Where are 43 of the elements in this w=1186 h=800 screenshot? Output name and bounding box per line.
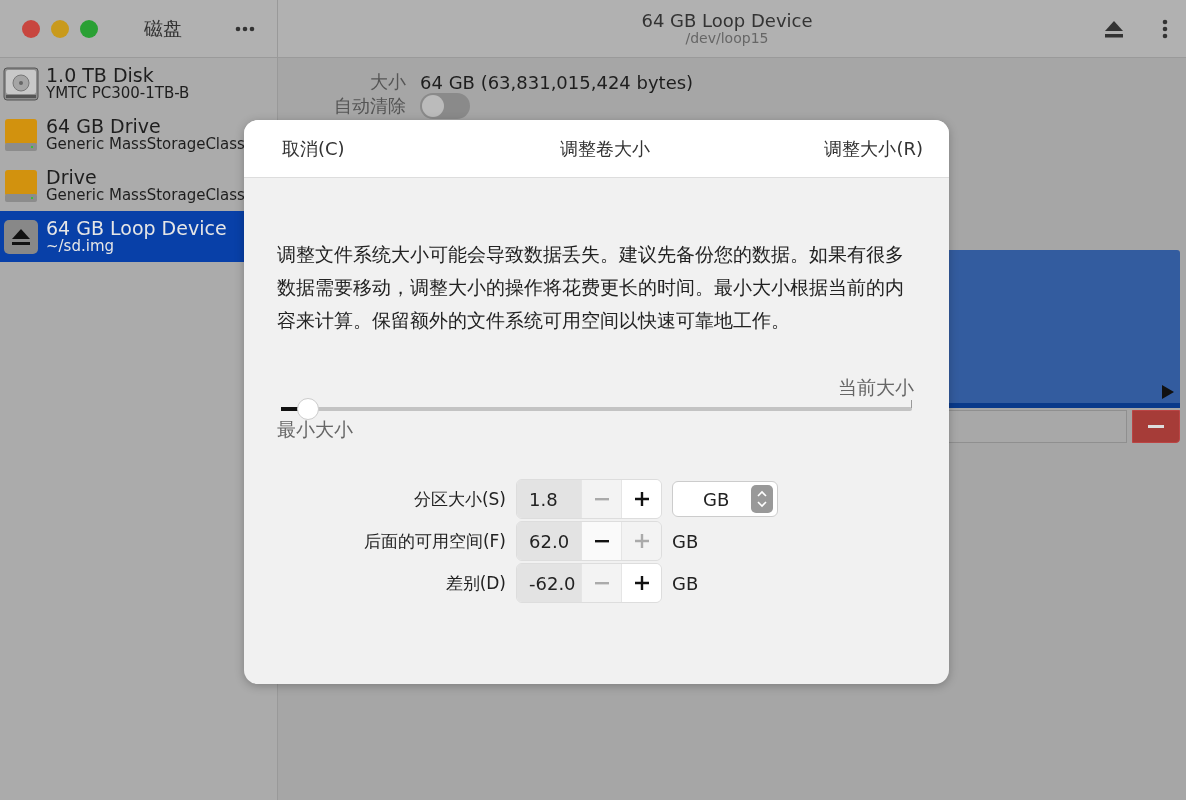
device-title: 64 GB Loop Device — [641, 11, 813, 31]
delete-button[interactable] — [1132, 410, 1180, 443]
up-down-icon — [751, 485, 774, 513]
drive-list-item[interactable]: 64 GB Drive Generic MassStorageClass — [0, 109, 277, 160]
warning-message: 调整文件系统大小可能会导致数据丢失。建议先备份您的数据。如果有很多数据需要移动，调整大小的操作将花费更长的时间。最小大小根据当前的内容来计算。保留额外的文件系统可用空间以快速可靠地工作。 — [277, 242, 905, 333]
field-label: 分区大小(S) — [412, 487, 506, 511]
device-path: /dev/loop15 — [685, 30, 769, 46]
drive-model: YMTC PC300-1TB-B — [46, 85, 190, 102]
current-size-label: 当前大小 — [838, 375, 914, 400]
more-icon — [235, 25, 255, 32]
dialog-title: 调整卷大小 — [559, 136, 650, 161]
slider-handle[interactable] — [296, 398, 319, 420]
eject-icon — [1104, 19, 1124, 38]
size-value: 64 GB (63,831,015,424 bytes) — [420, 71, 694, 93]
unit-dropdown[interactable]: GB — [672, 481, 779, 517]
drive-name: 64 GB Drive — [46, 116, 162, 137]
app-title: 磁盘 — [144, 15, 182, 41]
close-button[interactable] — [22, 19, 40, 38]
cancel-button[interactable]: 取消(C) — [274, 130, 353, 167]
minimum-size-label: 最小大小 — [277, 417, 354, 442]
drive-model: ~/sd.img — [46, 238, 115, 255]
unit-label: GB — [672, 572, 700, 594]
drive-model: Generic MassStorageClass — [46, 136, 245, 153]
size-slider[interactable] — [281, 398, 912, 420]
minimize-button[interactable] — [51, 19, 69, 38]
minus-icon — [1148, 424, 1164, 429]
size-label: 大小 — [369, 70, 406, 94]
maximize-button[interactable] — [80, 19, 98, 38]
resize-button[interactable]: 调整大小(R) — [816, 130, 931, 167]
auto-clear-label: 自动清除 — [333, 94, 406, 118]
field-label: 后面的可用空间(F) — [362, 529, 506, 553]
more-icon — [1162, 18, 1168, 39]
play-icon — [1162, 385, 1174, 399]
drive-name: 1.0 TB Disk — [46, 65, 155, 86]
drive-model: Generic MassStorageClass — [46, 187, 245, 204]
unit-label: GB — [672, 530, 700, 552]
field-label: 差别(D) — [444, 571, 506, 595]
auto-clear-switch[interactable] — [420, 93, 470, 119]
drive-list-item[interactable]: 1.0 TB Disk YMTC PC300-1TB-B — [0, 58, 277, 109]
drive-list-item[interactable]: Drive Generic MassStorageClass — [0, 160, 277, 211]
drive-name: Drive — [46, 167, 98, 188]
drive-name: 64 GB Loop Device — [46, 218, 227, 239]
eject-icon — [2, 217, 40, 256]
